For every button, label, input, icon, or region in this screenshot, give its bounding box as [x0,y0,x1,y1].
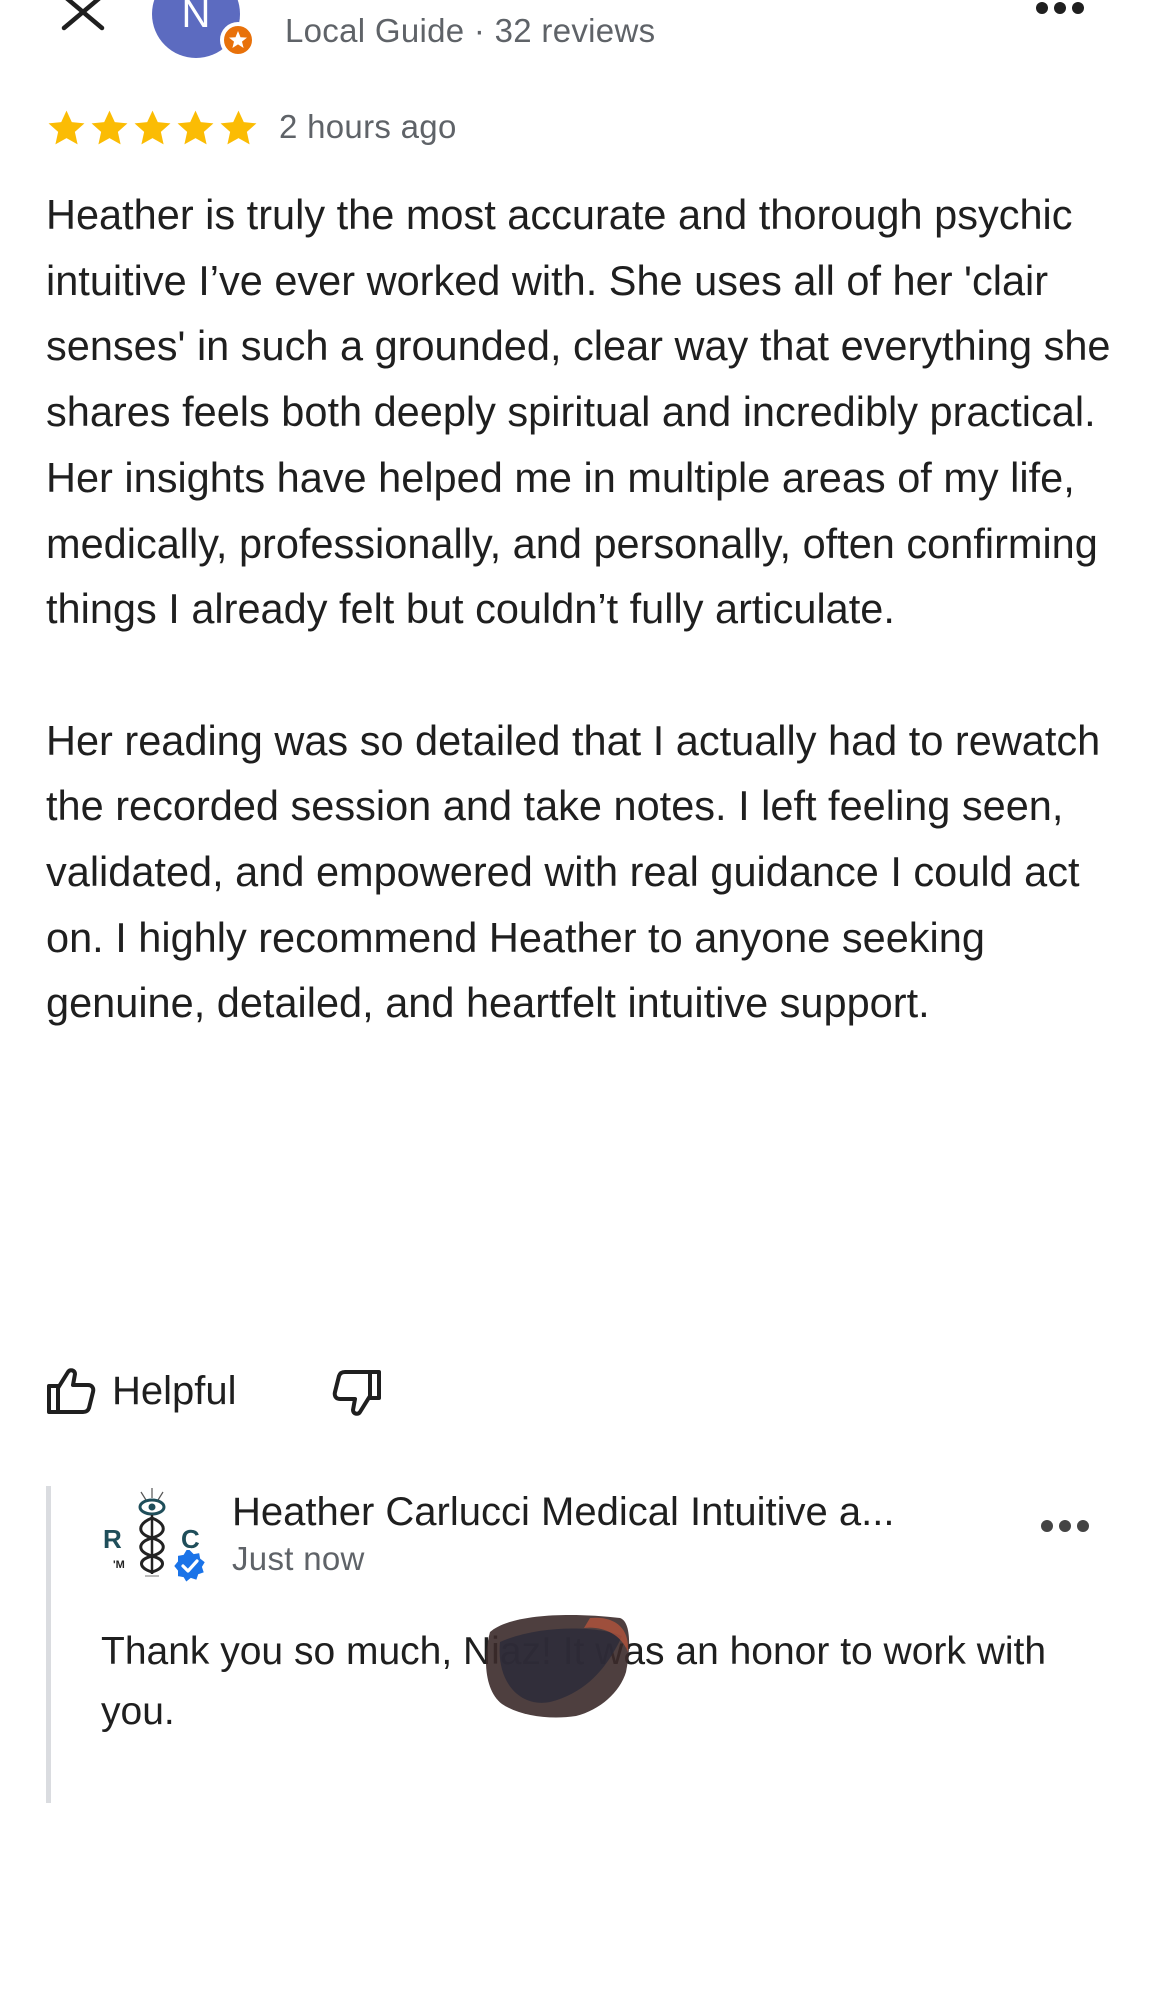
star-rating [46,108,259,152]
more-options-icon [1041,1520,1089,1532]
star-icon [48,110,85,145]
verified-badge [171,1548,208,1585]
more-options-icon [1036,2,1084,14]
not-helpful-button[interactable] [330,1366,384,1420]
thumbs-up-icon [47,1368,96,1414]
helpful-button[interactable]: Helpful [44,1363,237,1419]
svg-text:R: R [103,1524,122,1554]
owner-response: R C 'M Heather Carlucci Medical Intuitiv… [46,1486,1111,1803]
star-icon [91,110,128,145]
star-icon [134,110,171,145]
verified-badge-icon [171,1548,208,1585]
response-time: Just now [232,1540,365,1577]
thumbs-down-icon [332,1370,381,1416]
response-more-options-button[interactable] [1035,1514,1095,1538]
helpful-label: Helpful [112,1368,237,1413]
redaction-scribble [486,1614,630,1718]
svg-text:'M: 'M [113,1559,125,1571]
review-paragraph: Heather is truly the most accurate and t… [46,191,1111,633]
reviewer-meta: Local Guide · 32 reviews [285,12,656,49]
star-icon [220,110,257,145]
star-icon [177,110,214,145]
review-paragraph: Her reading was so detailed that I actua… [46,716,1101,1027]
avatar-initial: N [181,0,211,36]
business-owner-name[interactable]: Heather Carlucci Medical Intuitive a... [232,1490,895,1535]
close-icon [61,0,105,31]
local-guide-star-icon [229,31,247,48]
close-button[interactable] [58,0,108,36]
local-guide-badge [220,22,256,58]
more-options-button[interactable] [1030,0,1090,24]
review-time: 2 hours ago [279,108,457,145]
review-text: Heather is truly the most accurate and t… [46,182,1116,1036]
